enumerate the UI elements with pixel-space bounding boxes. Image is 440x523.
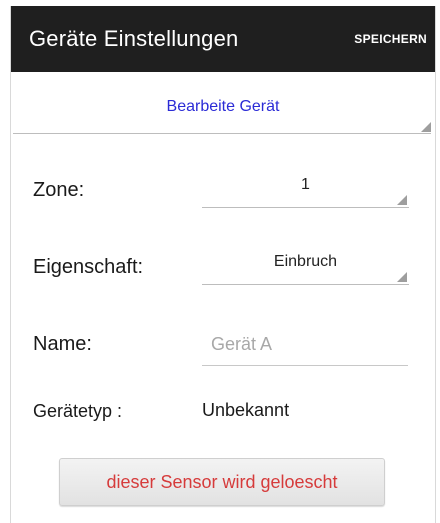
device-type-value: Unbekannt <box>202 400 290 420</box>
zone-underline <box>202 207 409 208</box>
property-spinner[interactable]: Einbruch <box>202 245 409 285</box>
edit-device-underline <box>13 133 431 134</box>
name-underline <box>202 365 408 366</box>
zone-label: Zone: <box>33 179 85 201</box>
property-label: Eigenschaft: <box>33 256 144 278</box>
action-bar: Geräte Einstellungen SPEICHERN <box>11 6 435 72</box>
dropdown-triangle-icon <box>397 195 407 205</box>
save-button[interactable]: SPEICHERN <box>354 32 427 46</box>
device-settings-screen: Geräte Einstellungen SPEICHERN Bearbeite… <box>10 6 436 523</box>
page-title: Geräte Einstellungen <box>29 26 239 51</box>
property-underline <box>202 284 409 285</box>
name-label: Name: <box>33 333 92 355</box>
delete-sensor-button[interactable]: dieser Sensor wird geloescht <box>59 458 385 506</box>
dropdown-triangle-icon <box>397 272 407 282</box>
name-field[interactable] <box>202 324 408 366</box>
zone-value: 1 <box>301 176 310 193</box>
property-value: Einbruch <box>273 253 338 270</box>
zone-spinner[interactable]: 1 <box>202 168 409 208</box>
dropdown-triangle-icon <box>421 122 431 132</box>
edit-device-spinner[interactable]: Bearbeite Gerät <box>11 72 435 134</box>
name-input[interactable] <box>202 324 408 364</box>
edit-device-label: Bearbeite Gerät <box>166 98 280 115</box>
device-type-label: Gerätetyp : <box>33 401 123 421</box>
